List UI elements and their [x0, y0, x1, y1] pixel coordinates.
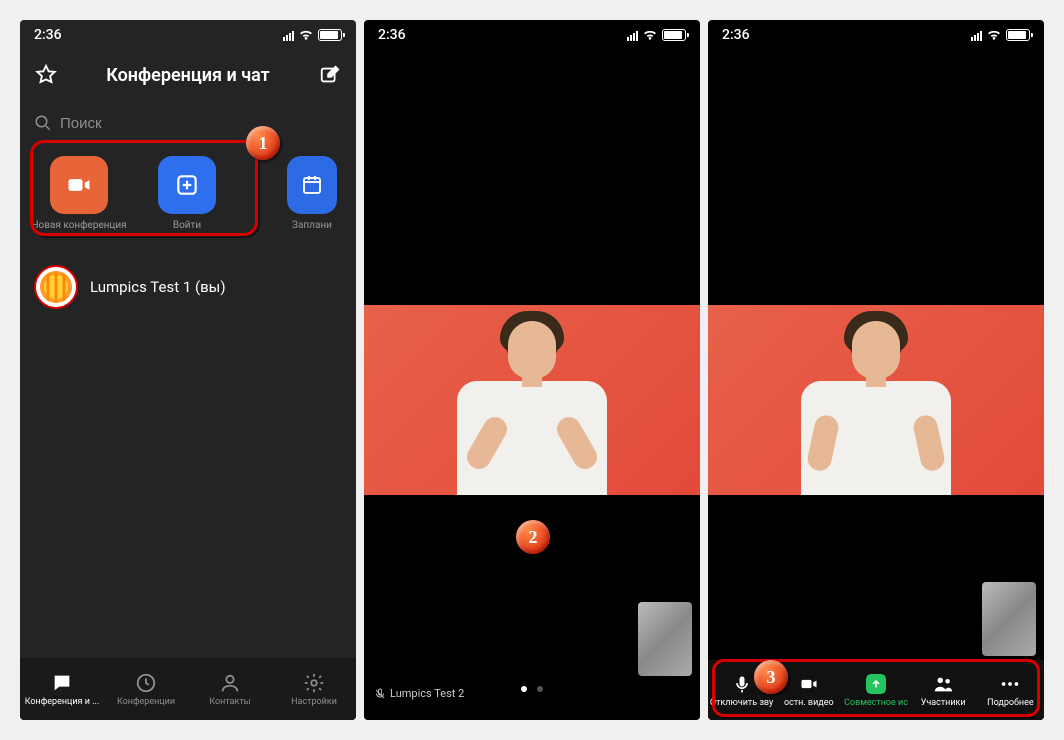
phone-screenshot-1: 2:36 Конференция и чат Новая конференция [20, 20, 356, 720]
battery-icon [1006, 29, 1030, 41]
join-label: Войти [173, 220, 201, 231]
wifi-icon [986, 29, 1002, 41]
calendar-icon [287, 156, 337, 214]
status-bar: 2:36 [708, 20, 1044, 50]
share-icon [865, 673, 887, 695]
share-label: Совместное ис [844, 698, 908, 708]
self-view-pip[interactable] [638, 602, 692, 676]
page-indicator [521, 686, 543, 692]
join-button[interactable]: Войти [142, 156, 232, 231]
status-icons [627, 29, 686, 41]
app-header: Конференция и чат [20, 50, 356, 100]
search-icon [34, 114, 52, 132]
wifi-icon [298, 29, 314, 41]
clock-icon [135, 672, 157, 694]
search-row[interactable] [34, 106, 342, 140]
tab-meetings[interactable]: Конференции [104, 658, 188, 720]
new-meeting-label: Новая конференция [31, 220, 126, 231]
battery-icon [662, 29, 686, 41]
participants-icon [932, 673, 954, 695]
remote-video [364, 305, 700, 495]
video-call-area[interactable] [708, 50, 1044, 720]
participants-label: Участники [921, 698, 966, 708]
tab-settings[interactable]: Настройки [272, 658, 356, 720]
video-call-area[interactable]: Lumpics Test 2 [364, 50, 700, 720]
mic-muted-icon [374, 688, 386, 700]
more-icon [999, 673, 1021, 695]
avatar [34, 265, 78, 309]
signal-icon [627, 29, 638, 41]
home-actions: Новая конференция Войти Заплани [20, 146, 356, 245]
contact-name: Lumpics Test 1 (вы) [90, 278, 226, 296]
status-time: 2:36 [378, 27, 406, 43]
stop-video-label: остн. видео [784, 698, 834, 708]
tab-chat[interactable]: Конференция и ... [20, 658, 104, 720]
status-time: 2:36 [722, 27, 750, 43]
mic-icon [731, 673, 753, 695]
more-button[interactable]: Подробнее [977, 660, 1044, 720]
participant-name-overlay: Lumpics Test 2 [374, 687, 464, 700]
status-bar: 2:36 [364, 20, 700, 50]
contact-self-row[interactable]: Lumpics Test 1 (вы) [30, 261, 346, 313]
page-title: Конференция и чат [58, 65, 318, 86]
wifi-icon [642, 29, 658, 41]
compose-icon[interactable] [318, 63, 342, 87]
tab-settings-label: Настройки [291, 697, 337, 707]
share-button[interactable]: Совместное ис [842, 660, 909, 720]
status-icons [971, 29, 1030, 41]
more-label: Подробнее [987, 698, 1034, 708]
gear-icon [303, 672, 325, 694]
page-dot [537, 686, 543, 692]
tab-meetings-label: Конференции [117, 697, 175, 707]
tab-contacts-label: Контакты [209, 697, 250, 707]
status-icons [283, 29, 342, 41]
status-time: 2:36 [34, 27, 62, 43]
tab-contacts[interactable]: Контакты [188, 658, 272, 720]
video-icon [798, 673, 820, 695]
video-icon [50, 156, 108, 214]
chat-icon [51, 672, 73, 694]
plus-icon [158, 156, 216, 214]
new-meeting-button[interactable]: Новая конференция [34, 156, 124, 231]
step-badge-3: 3 [754, 660, 788, 694]
phone-screenshot-3: 2:36 Zoom Завершить [708, 20, 1044, 720]
participant-figure [447, 305, 617, 495]
schedule-label: Заплани [292, 220, 332, 231]
self-view-pip[interactable] [982, 582, 1036, 656]
battery-icon [318, 29, 342, 41]
star-icon[interactable] [34, 63, 58, 87]
step-badge-1: 1 [246, 126, 280, 160]
signal-icon [283, 29, 294, 41]
bottom-nav: Конференция и ... Конференции Контакты Н… [20, 658, 356, 720]
contacts-icon [219, 672, 241, 694]
participant-name: Lumpics Test 2 [390, 687, 464, 700]
mute-label: Отключить зву [710, 698, 773, 708]
page-dot [521, 686, 527, 692]
schedule-button[interactable]: Заплани [282, 156, 342, 231]
participants-button[interactable]: Участники [910, 660, 977, 720]
participant-figure [791, 305, 961, 495]
tab-chat-label: Конференция и ... [25, 697, 100, 707]
signal-icon [971, 29, 982, 41]
remote-video [708, 305, 1044, 495]
step-badge-2: 2 [516, 520, 550, 554]
status-bar: 2:36 [20, 20, 356, 50]
phone-screenshot-2: 2:36 Lumpics Test 2 [364, 20, 700, 720]
search-input[interactable] [60, 115, 342, 132]
